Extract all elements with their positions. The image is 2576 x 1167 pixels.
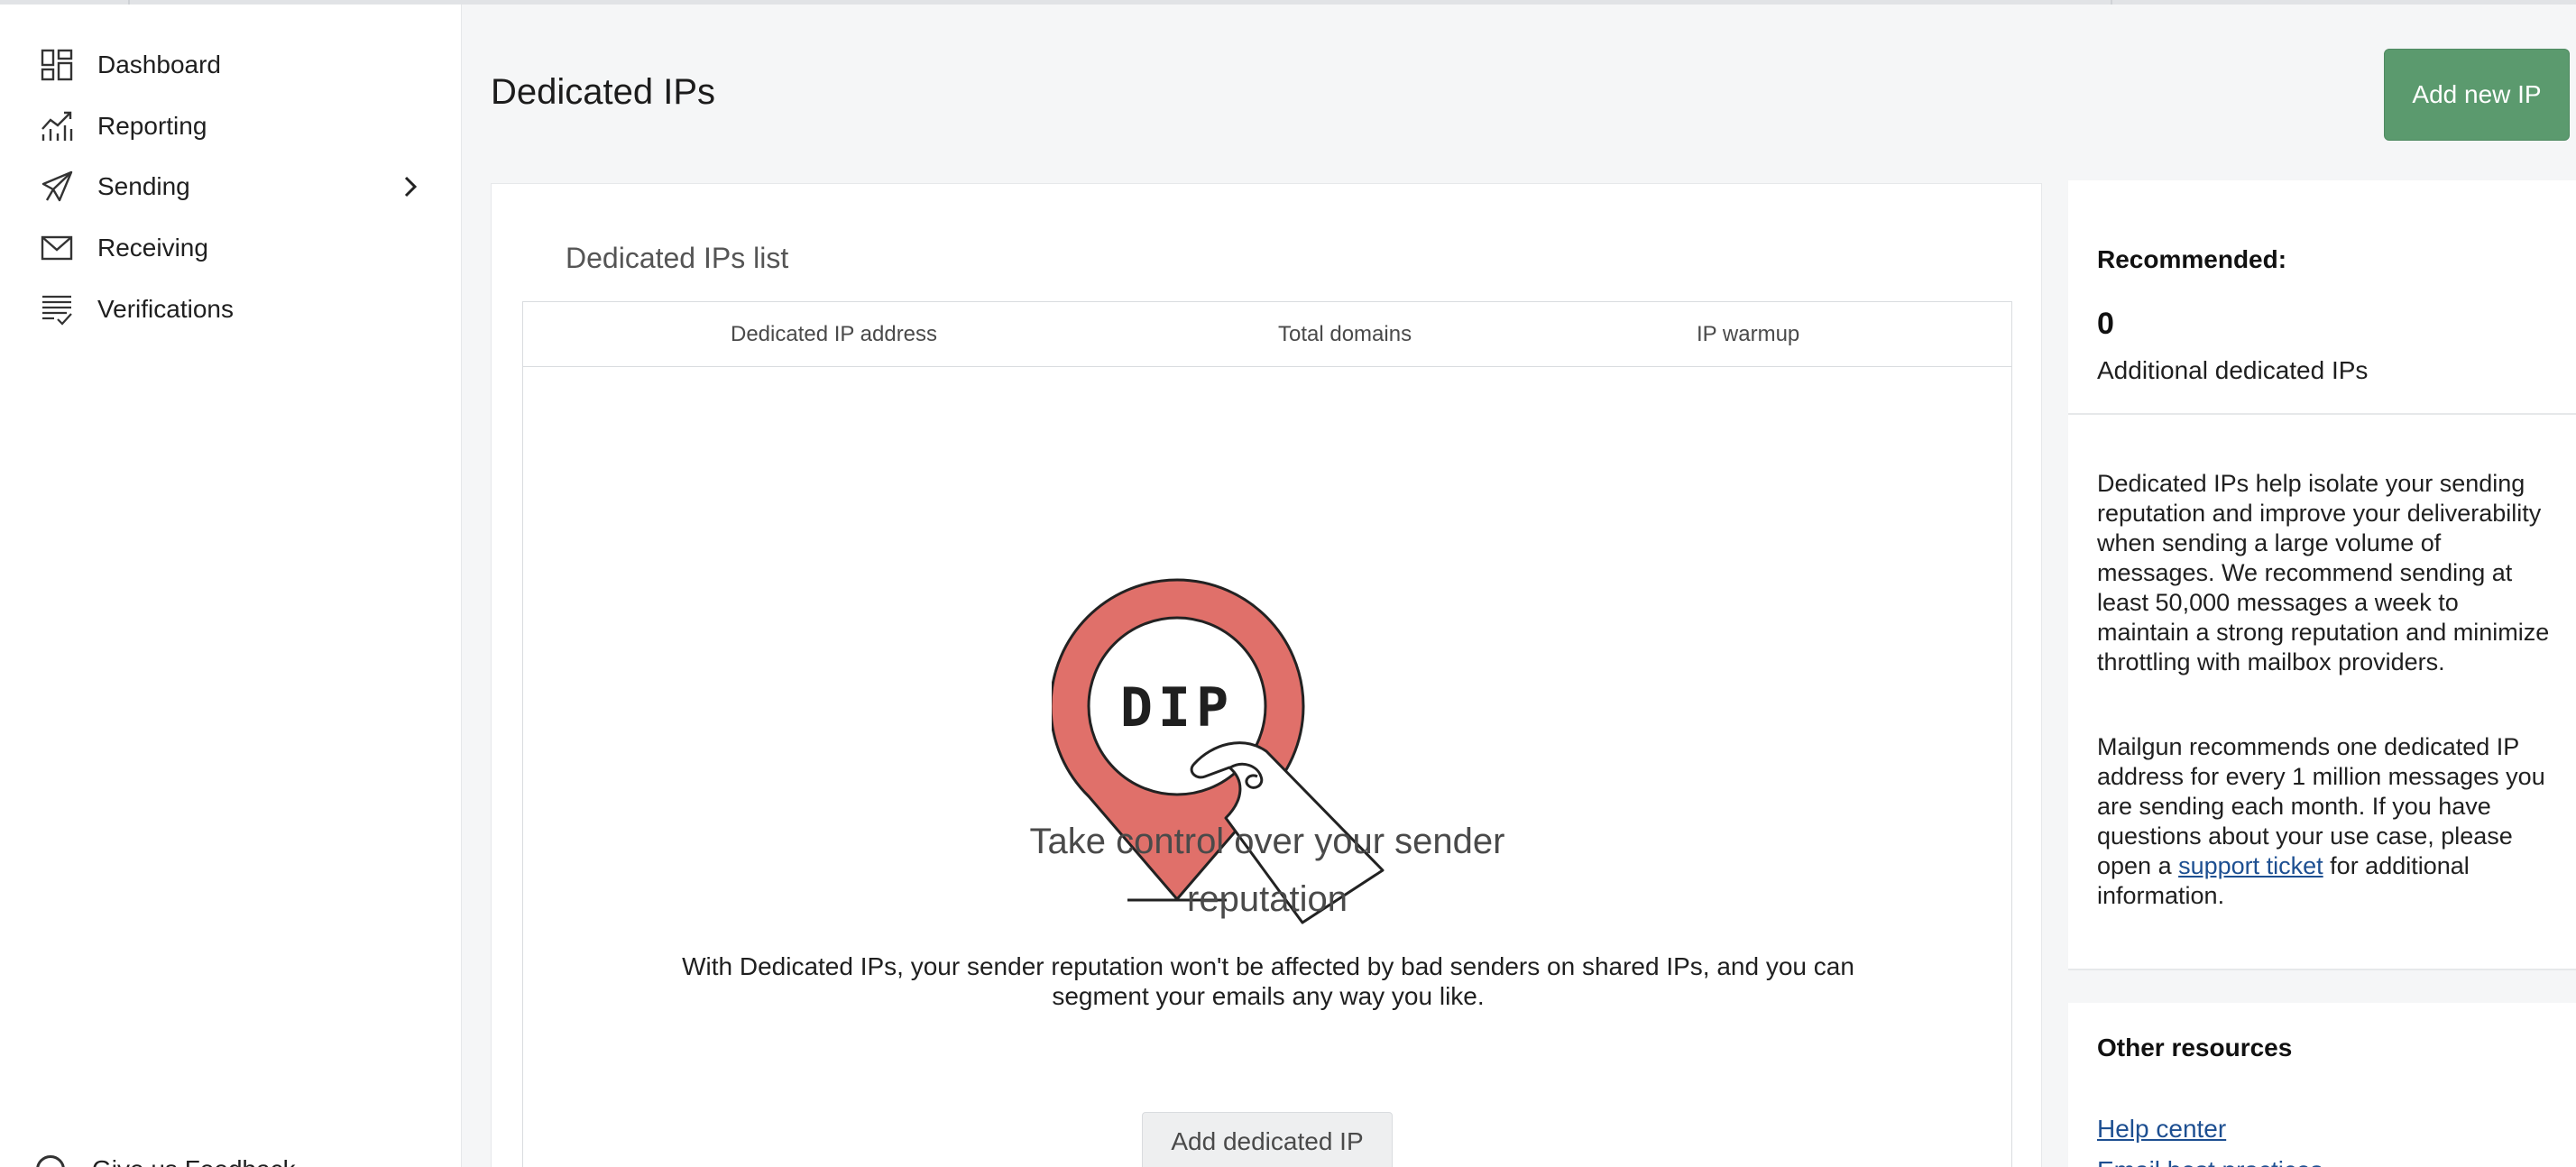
sidebar-item-feedback[interactable]: Give us Feedback	[36, 1155, 296, 1167]
feedback-icon	[36, 1155, 65, 1167]
section-gap	[2068, 970, 2576, 1003]
column-header-ip-warmup[interactable]: IP warmup	[1697, 322, 1799, 347]
sidebar-item-label: Verifications	[97, 295, 234, 323]
sidebar-item-label: Give us Feedback	[92, 1155, 296, 1167]
dedicated-ips-card: Dedicated IPs list Dedicated IP address …	[491, 183, 2042, 1167]
column-header-ip-address[interactable]: Dedicated IP address	[731, 322, 937, 347]
dedicated-ips-table: Dedicated IP address Total domains IP wa…	[522, 301, 2012, 1167]
list-check-icon	[40, 292, 74, 326]
recommended-label: Additional dedicated IPs	[2097, 356, 2369, 384]
dip-label: DIP	[1120, 676, 1234, 740]
empty-state-title: Take control over your sender reputation	[1029, 822, 1505, 919]
recommended-count: 0	[2097, 307, 2114, 341]
email-best-practices-link[interactable]: Email best practices	[2097, 1156, 2323, 1167]
recommended-heading: Recommended:	[2097, 245, 2287, 273]
sidebar-item-reporting[interactable]: Reporting	[0, 99, 462, 153]
reporting-chart-icon	[40, 109, 74, 143]
sidebar-item-label: Receiving	[97, 234, 208, 262]
help-center-link[interactable]: Help center	[2097, 1115, 2226, 1144]
card-title: Dedicated IPs list	[566, 242, 789, 274]
envelope-icon	[40, 231, 74, 265]
add-dedicated-ip-button[interactable]: Add dedicated IP	[1142, 1112, 1393, 1167]
page-title: Dedicated IPs	[491, 72, 716, 112]
support-ticket-link[interactable]: support ticket	[2178, 852, 2323, 879]
sidebar-item-label: Reporting	[97, 112, 207, 140]
info-paragraph-support: Mailgun recommends one dedicated IP addr…	[2097, 732, 2557, 911]
sidebar-item-sending[interactable]: Sending	[0, 160, 462, 214]
empty-state-description: With Dedicated IPs, your sender reputati…	[682, 952, 1854, 1010]
paper-plane-icon	[40, 170, 74, 204]
info-paragraph: Dedicated IPs help isolate your sending …	[2097, 470, 2550, 675]
sidebar: Dashboard Reporting Sending Receiving Ve…	[0, 5, 462, 1167]
add-new-ip-button[interactable]: Add new IP	[2384, 49, 2570, 141]
sidebar-item-dashboard[interactable]: Dashboard	[0, 38, 462, 92]
sidebar-item-label: Dashboard	[97, 51, 221, 78]
top-divider	[2111, 0, 2112, 5]
table-header: Dedicated IP address Total domains IP wa…	[523, 302, 2011, 367]
sidebar-item-label: Sending	[97, 172, 190, 200]
dashboard-icon	[40, 48, 74, 82]
recommendation-panel: Recommended: 0 Additional dedicated IPs …	[2068, 180, 2576, 1167]
other-resources-heading: Other resources	[2097, 1034, 2293, 1061]
divider	[2068, 413, 2576, 415]
sidebar-item-receiving[interactable]: Receiving	[0, 221, 462, 275]
column-header-total-domains[interactable]: Total domains	[1278, 322, 1412, 347]
sidebar-item-verifications[interactable]: Verifications	[0, 282, 462, 336]
chevron-right-icon[interactable]	[397, 173, 424, 200]
